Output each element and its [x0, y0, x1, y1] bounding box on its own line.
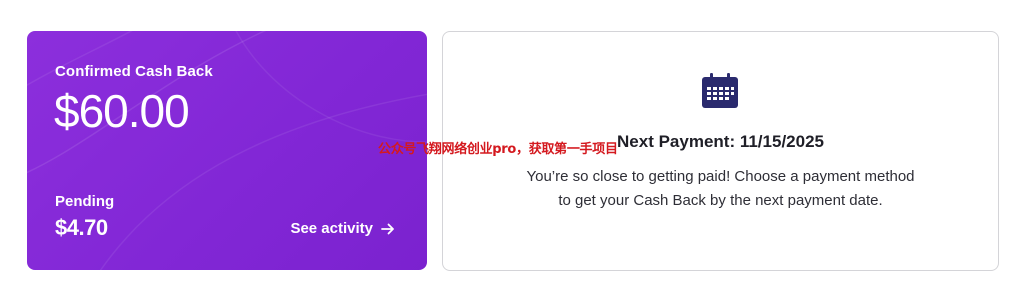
see-activity-label: See activity — [290, 220, 373, 237]
arrow-right-icon — [381, 223, 394, 234]
next-payment-description: You’re so close to getting paid! Choose … — [526, 168, 915, 209]
pending-label: Pending — [55, 193, 115, 210]
calendar-icon — [702, 73, 738, 108]
confirmed-cash-back-label: Confirmed Cash Back — [55, 63, 213, 80]
watermark-text: 公众号飞翔网络创业pro，获取第一手项目 — [378, 142, 618, 157]
see-activity-link[interactable]: See activity — [290, 220, 395, 237]
pending-amount: $4.70 — [55, 215, 108, 240]
cash-back-card: Confirmed Cash Back $60.00 Pending $4.70… — [27, 31, 427, 270]
page: Confirmed Cash Back $60.00 Pending $4.70… — [0, 0, 1024, 306]
confirmed-cash-back-amount: $60.00 — [54, 85, 190, 137]
